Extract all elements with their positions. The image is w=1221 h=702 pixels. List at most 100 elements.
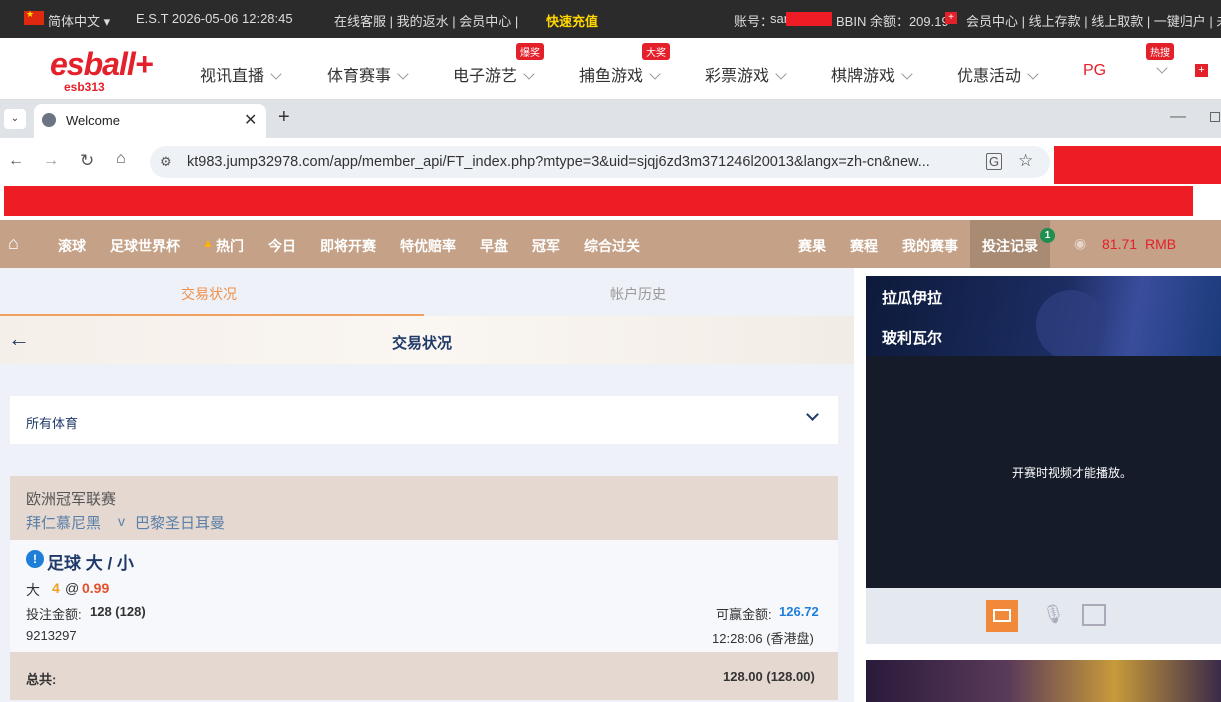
- nav-outright[interactable]: 冠军: [532, 236, 560, 256]
- home-icon[interactable]: ⌂: [116, 150, 126, 168]
- reload-icon[interactable]: ↻: [80, 151, 94, 171]
- url-text[interactable]: kt983.jump32978.com/app/member_api/FT_in…: [187, 154, 930, 170]
- redaction-bar: [1054, 146, 1221, 184]
- minimize-icon[interactable]: —: [1170, 108, 1186, 126]
- bet-odds: 0.99: [82, 580, 110, 596]
- language-select[interactable]: 简体中文 ▾: [48, 11, 110, 30]
- bet-pick: 大: [26, 582, 40, 598]
- account-label: 账号：: [734, 14, 774, 29]
- nav-my-events[interactable]: 我的赛事: [902, 236, 958, 256]
- promo-banner[interactable]: [866, 660, 1221, 702]
- microphone-icon[interactable]: 🎙: [1042, 604, 1065, 625]
- nav-upcoming[interactable]: 即将开赛: [320, 236, 376, 256]
- browser-tab[interactable]: Welcome ✕: [34, 104, 266, 138]
- nav-live-video[interactable]: 视讯直播: [200, 62, 282, 86]
- nav-special-odds[interactable]: 特优赔率: [400, 236, 456, 256]
- new-tab-icon[interactable]: +: [278, 106, 290, 129]
- video-mode-button[interactable]: [986, 600, 1018, 632]
- translate-icon[interactable]: G: [986, 153, 1003, 170]
- bet-count-badge: 1: [1040, 228, 1055, 243]
- sport-filter-select[interactable]: 所有体育: [10, 396, 838, 444]
- transaction-panel: 交易状况 帐户历史 ← 交易状况 所有体育 欧洲冠军联赛 拜仁慕尼黑 v 巴黎圣…: [0, 268, 854, 702]
- nav-slots[interactable]: 电子游艺: [453, 62, 535, 86]
- add-icon[interactable]: +: [1195, 64, 1208, 77]
- stake-label: 投注金额:: [26, 607, 82, 622]
- fire-icon: ▲: [202, 236, 214, 250]
- bet-type: 足球 大 / 小: [47, 554, 134, 573]
- nav-results[interactable]: 赛果: [798, 236, 826, 256]
- star-icon[interactable]: ☆: [1018, 151, 1033, 171]
- esball-logo[interactable]: esball+: [50, 46, 153, 83]
- tab-search-icon[interactable]: ⌄: [4, 109, 26, 129]
- panel-header: ← 交易状况: [0, 316, 854, 364]
- nav-lottery[interactable]: 彩票游戏: [705, 62, 787, 86]
- tab-title: Welcome: [66, 113, 120, 128]
- nav-schedule[interactable]: 赛程: [850, 236, 878, 256]
- chevron-down-icon: [806, 408, 819, 421]
- nav-sports[interactable]: 体育赛事: [327, 62, 409, 86]
- hot-badge: 热搜: [1146, 43, 1174, 60]
- at-sign: @: [65, 580, 80, 596]
- hot-badge: 爆奖: [516, 43, 544, 60]
- win-value: 126.72: [779, 604, 819, 619]
- browser-toolbar: ← → ↻ ⌂ ⚙ kt983.jump32978.com/app/member…: [0, 138, 1221, 186]
- bet-time: 12:28:06 (香港盘): [712, 631, 814, 646]
- bbin-balance: BBIN 余额：209.19: [836, 14, 949, 29]
- warning-icon: !: [26, 550, 44, 568]
- nav-fishing[interactable]: 捕鱼游戏: [579, 62, 661, 86]
- balance-value: 81.71: [1102, 236, 1138, 252]
- redaction-bar: [4, 186, 1193, 216]
- media-controls: 🎙: [866, 588, 1221, 644]
- nav-in-play[interactable]: 滚球: [58, 236, 86, 256]
- hot-badge: 大奖: [642, 43, 670, 60]
- chevron-down-icon: [1156, 62, 1168, 74]
- away-team: 巴黎圣日耳曼: [135, 515, 226, 532]
- site-topbar: 简体中文 ▾ E.S.T 2026-05-06 12:28:45 在线客服 | …: [0, 0, 1221, 38]
- total-value: 128.00 (128.00): [723, 669, 815, 684]
- nav-early[interactable]: 早盘: [480, 236, 508, 256]
- hide-balance-icon[interactable]: ◉: [1074, 235, 1086, 252]
- nav-more[interactable]: [1150, 62, 1168, 80]
- logo-subtitle: esb313: [64, 80, 105, 94]
- nav-today[interactable]: 今日: [268, 236, 296, 256]
- nav-pg[interactable]: PG: [1083, 62, 1106, 80]
- refresh-balance-icon[interactable]: +: [945, 12, 957, 24]
- home-icon[interactable]: ⌂: [8, 233, 19, 254]
- balance-currency: RMB: [1145, 236, 1177, 252]
- account-redaction: [786, 12, 832, 26]
- match-header: 欧洲冠军联赛 拜仁慕尼黑 v 巴黎圣日耳曼: [10, 476, 838, 540]
- sportsbook-nav: ⌂ 滚球 足球世界杯 ▲ 热门 今日 即将开赛 特优赔率 早盘 冠军 综合过关 …: [0, 220, 1221, 268]
- back-arrow-icon[interactable]: ←: [8, 326, 30, 352]
- nav-promotions[interactable]: 优惠活动: [957, 62, 1039, 86]
- nav-world-cup[interactable]: 足球世界杯: [110, 236, 180, 256]
- nav-hot[interactable]: 热门: [216, 236, 244, 256]
- total-label: 总共:: [26, 672, 57, 687]
- win-label: 可赢金额:: [716, 607, 772, 622]
- top-links-left[interactable]: 在线客服 | 我的返水 | 会员中心 |: [334, 11, 518, 30]
- vs-label: v: [118, 513, 125, 529]
- video-player[interactable]: 开赛时视频才能播放。: [866, 356, 1221, 588]
- bet-line: 4: [52, 580, 60, 596]
- total-row: 总共: 128.00 (128.00): [10, 652, 838, 700]
- forward-icon[interactable]: →: [43, 152, 59, 170]
- chevron-down-icon: [775, 68, 787, 80]
- video-panel: 拉瓜伊拉 玻利瓦尔 开赛时视频才能播放。 🎙: [856, 268, 1221, 702]
- tab-transactions[interactable]: 交易状况: [0, 268, 424, 316]
- match-banner: 拉瓜伊拉 玻利瓦尔: [866, 276, 1221, 356]
- tab-account-history[interactable]: 帐户历史: [424, 268, 854, 316]
- chevron-down-icon: [397, 68, 409, 80]
- stake-value: 128 (128): [90, 604, 146, 619]
- nav-parlay[interactable]: 综合过关: [584, 236, 640, 256]
- field-view-icon[interactable]: [1082, 604, 1106, 626]
- quick-recharge-link[interactable]: 快速充值: [546, 11, 598, 30]
- maximize-icon[interactable]: [1210, 112, 1220, 122]
- address-bar[interactable]: ⚙ kt983.jump32978.com/app/member_api/FT_…: [150, 146, 1050, 178]
- close-icon[interactable]: ✕: [244, 110, 257, 130]
- back-icon[interactable]: ←: [8, 152, 24, 170]
- chevron-down-icon: [901, 68, 913, 80]
- bet-record-tab[interactable]: 投注记录 1: [970, 220, 1055, 268]
- site-info-icon[interactable]: ⚙: [160, 154, 172, 170]
- video-message: 开赛时视频才能播放。: [1012, 466, 1133, 480]
- top-links-right[interactable]: 会员中心 | 线上存款 | 线上取款 | 一键归户 | 未: [966, 11, 1221, 30]
- nav-card-games[interactable]: 棋牌游戏: [831, 62, 913, 86]
